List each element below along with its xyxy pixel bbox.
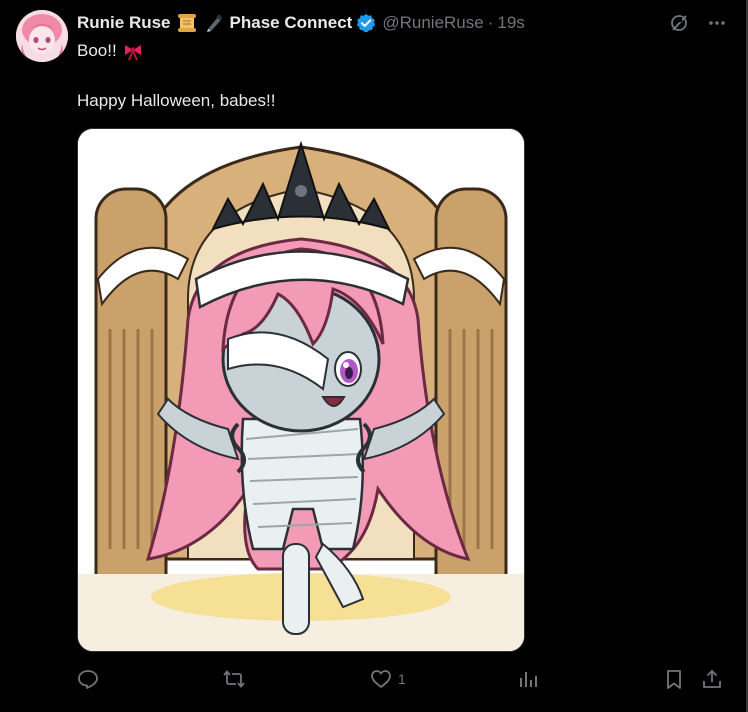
grok-icon[interactable] xyxy=(668,12,690,34)
like-icon xyxy=(370,668,392,690)
pen-icon xyxy=(203,12,225,34)
scroll-icon xyxy=(176,12,198,34)
more-icon[interactable] xyxy=(706,12,728,34)
tweet-text-line-1: Boo!! xyxy=(77,40,144,62)
avatar-image xyxy=(16,10,68,62)
bookmark-button[interactable] xyxy=(663,668,685,690)
verified-icon xyxy=(356,13,376,33)
tweet-header: Runie Ruse Phase Connect @RunieRuse · 19… xyxy=(77,10,525,36)
mummy-illustration xyxy=(78,129,524,651)
ribbon-icon xyxy=(122,40,144,62)
display-name[interactable]: Runie Ruse xyxy=(77,13,171,33)
views-button[interactable] xyxy=(517,668,545,690)
tweet-media-image[interactable] xyxy=(77,128,525,652)
timestamp[interactable]: 19s xyxy=(497,13,524,33)
top-actions xyxy=(668,12,728,34)
tweet-action-bar: 1 xyxy=(77,664,733,696)
bookmark-icon xyxy=(663,668,685,690)
tweet-text-halloween: Happy Halloween, babes!! xyxy=(77,91,276,110)
reply-icon xyxy=(77,668,99,690)
separator-dot: · xyxy=(487,13,494,32)
views-icon xyxy=(517,668,539,690)
avatar[interactable] xyxy=(16,10,68,62)
like-count: 1 xyxy=(398,671,406,687)
user-handle[interactable]: @RunieRuse xyxy=(382,13,483,33)
repost-button[interactable] xyxy=(222,668,252,690)
tweet-text-line-2: Happy Halloween, babes!! xyxy=(77,90,275,112)
repost-icon xyxy=(222,668,246,690)
reply-button[interactable] xyxy=(77,668,105,690)
tweet-text-boo: Boo!! xyxy=(77,41,117,60)
brand-name[interactable]: Phase Connect xyxy=(230,13,353,33)
like-button[interactable]: 1 xyxy=(370,668,406,690)
share-icon xyxy=(701,668,723,690)
share-button[interactable] xyxy=(701,668,723,690)
